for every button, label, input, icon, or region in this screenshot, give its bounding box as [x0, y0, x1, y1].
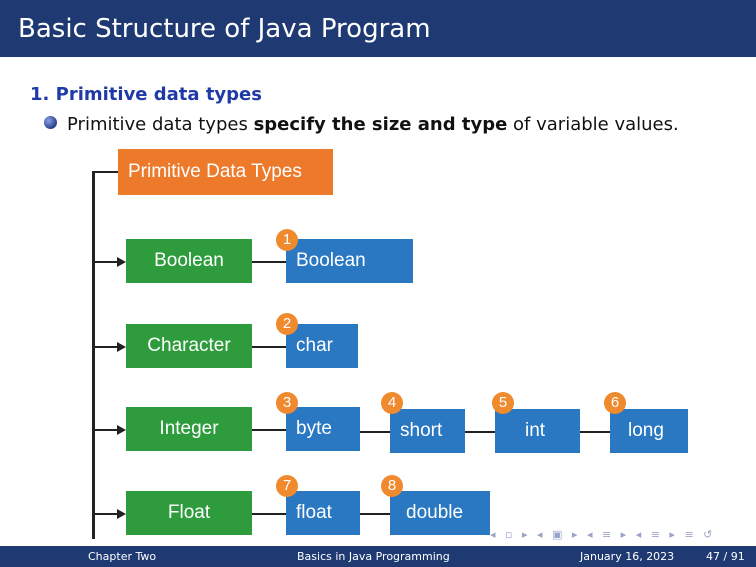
connector: [252, 429, 286, 431]
arrow-icon: [117, 509, 126, 519]
branch-integer: [94, 429, 118, 431]
connector: [360, 431, 390, 433]
type-double: double: [390, 491, 490, 535]
connector: [252, 513, 286, 515]
badge-4: 4: [381, 392, 403, 414]
navigation-controls[interactable]: ◂ ▫ ▸ ◂ ▣ ▸ ◂ ≡ ▸ ◂ ≡ ▸ ≡ ↺: [490, 528, 715, 541]
type-char: char: [286, 324, 358, 368]
badge-5: 5: [492, 392, 514, 414]
nav-zoom-icon[interactable]: ≡ ↺: [684, 528, 715, 541]
tree-spine: [92, 172, 95, 539]
badge-3: 3: [276, 392, 298, 414]
section-heading: 1. Primitive data types: [30, 84, 262, 105]
type-int: int: [495, 409, 580, 453]
badge-1: 1: [276, 229, 298, 251]
branch-character: [94, 346, 118, 348]
bullet-icon: [44, 116, 57, 129]
nav-section-icon[interactable]: ◂ ≡ ▸: [587, 528, 629, 541]
title-bar: Basic Structure of Java Program: [0, 0, 756, 57]
badge-6: 6: [604, 392, 626, 414]
nav-frame-icon[interactable]: ◂ ▣ ▸: [537, 528, 580, 541]
bullet-text-post: of variable values.: [507, 114, 679, 135]
root-connector: [92, 171, 118, 173]
connector: [580, 431, 610, 433]
bullet-text-bold: specify the size and type: [253, 114, 508, 135]
category-boolean: Boolean: [126, 239, 252, 283]
badge-7: 7: [276, 475, 298, 497]
nav-subsection-icon[interactable]: ◂ ≡ ▸: [636, 528, 678, 541]
arrow-icon: [117, 257, 126, 267]
category-character: Character: [126, 324, 252, 368]
root-box: Primitive Data Types: [118, 149, 333, 195]
bullet-text-pre: Primitive data types: [67, 114, 254, 135]
type-short: short: [390, 409, 465, 453]
footer-course: Basics in Java Programming: [297, 550, 450, 563]
nav-prev-icon[interactable]: ◂ ▫ ▸: [490, 528, 531, 541]
type-boolean: Boolean: [286, 239, 413, 283]
footer-page: 47 / 91: [706, 550, 745, 563]
type-float: float: [286, 491, 360, 535]
arrow-icon: [117, 342, 126, 352]
badge-8: 8: [381, 475, 403, 497]
branch-boolean: [94, 261, 118, 263]
slide-title: Basic Structure of Java Program: [18, 14, 431, 44]
footer-date: January 16, 2023: [580, 550, 675, 563]
bullet-item: Primitive data types specify the size an…: [44, 114, 679, 135]
footer-bar: Chapter Two Basics in Java Programming J…: [0, 546, 756, 567]
branch-float: [94, 513, 118, 515]
connector: [252, 346, 286, 348]
type-long: long: [610, 409, 688, 453]
connector: [465, 431, 495, 433]
category-integer: Integer: [126, 407, 252, 451]
badge-2: 2: [276, 313, 298, 335]
category-float: Float: [126, 491, 252, 535]
connector: [360, 513, 390, 515]
root-label: Primitive Data Types: [128, 161, 302, 182]
arrow-icon: [117, 425, 126, 435]
type-byte: byte: [286, 407, 360, 451]
connector: [252, 261, 286, 263]
footer-chapter: Chapter Two: [88, 550, 157, 563]
